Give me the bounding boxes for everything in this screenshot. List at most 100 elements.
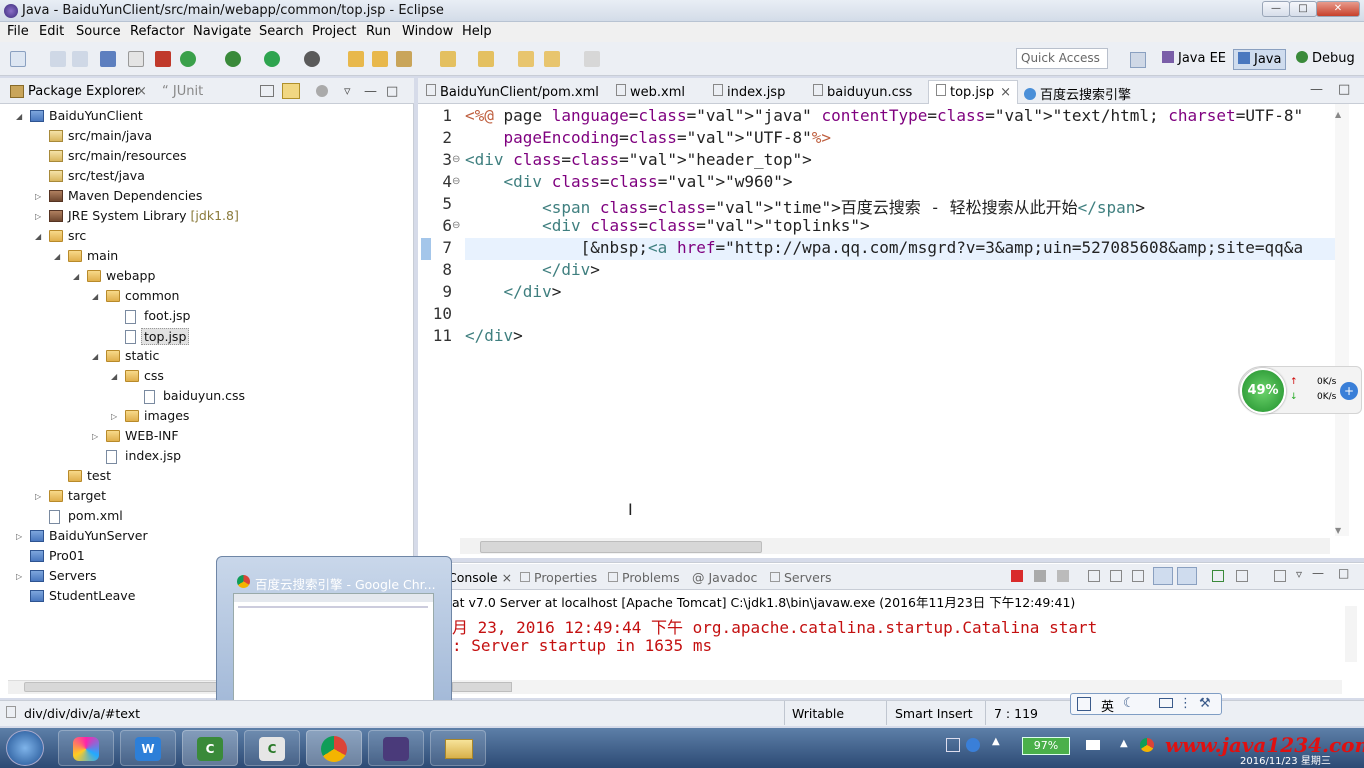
open-perspective-icon[interactable] (1130, 52, 1146, 68)
close-tab-icon[interactable]: × (1000, 85, 1011, 100)
show-on-stderr-icon[interactable] (1177, 567, 1197, 585)
console-hscrollbar[interactable] (452, 680, 1342, 694)
search-tool-icon[interactable] (396, 51, 412, 67)
taskbar-camtasia[interactable]: C (182, 730, 238, 766)
taskbar-wps[interactable]: W (120, 730, 176, 766)
chrome-tray-icon[interactable] (1140, 738, 1154, 752)
terminate-icon[interactable] (1011, 570, 1023, 582)
preview-thumbnail[interactable] (233, 593, 434, 702)
punctuation-icon[interactable]: ⋮ (1179, 696, 1192, 711)
editor-maximize-icon[interactable]: □ (1338, 82, 1350, 97)
collapsed-triangle-icon[interactable]: ▷ (35, 192, 41, 201)
tab-index-jsp[interactable]: index.jsp (713, 84, 785, 100)
tab-web-xml[interactable]: web.xml (616, 84, 685, 100)
tree-item[interactable]: Maven Dependencies (68, 188, 202, 203)
ime-toolbar[interactable]: 英 ☾ ⋮ ⚒ (1070, 693, 1222, 715)
scroll-lock-icon[interactable] (1110, 570, 1122, 582)
tray-icon[interactable] (946, 738, 960, 752)
tree-item[interactable]: baiduyun.css (163, 388, 245, 403)
perspective-java-ee[interactable]: Java EE (1158, 49, 1230, 70)
tree-item[interactable]: webapp (106, 268, 155, 283)
perspective-debug[interactable]: Debug (1292, 49, 1359, 70)
run-icon[interactable] (264, 51, 280, 67)
perspective-java[interactable]: Java (1233, 49, 1287, 70)
open-type-icon[interactable] (348, 51, 364, 67)
expanded-triangle-icon[interactable]: ◢ (16, 112, 22, 121)
tree-item[interactable]: Servers (49, 568, 97, 583)
tab-servers[interactable]: Servers (770, 570, 832, 585)
menu-project[interactable]: Project (312, 24, 356, 39)
code-line[interactable]: </div> (465, 260, 600, 279)
code-line[interactable]: <div class=class="val">"header_top"> (465, 150, 812, 169)
taskbar-chrome[interactable] (306, 730, 362, 766)
editor-minimize-icon[interactable]: — (1310, 82, 1323, 97)
editor-vscrollbar[interactable] (1335, 104, 1349, 536)
tab-javadoc[interactable]: @ Javadoc (692, 570, 757, 585)
menu-run[interactable]: Run (366, 24, 391, 39)
tab-browser[interactable]: 百度云搜索引擎 (1024, 84, 1131, 103)
debug-icon[interactable] (225, 51, 241, 67)
taskbar-eclipse[interactable] (368, 730, 424, 766)
tree-item[interactable]: WEB-INF (125, 428, 179, 443)
tree-item[interactable]: src/test/java (68, 168, 145, 183)
quick-access-input[interactable]: Quick Access (1016, 48, 1108, 69)
minimize-view-icon[interactable]: — (364, 84, 377, 99)
expanded-triangle-icon[interactable]: ◢ (92, 352, 98, 361)
save-all-icon[interactable] (72, 51, 88, 67)
expanded-triangle-icon[interactable]: ◢ (92, 292, 98, 301)
collapsed-triangle-icon[interactable]: ▷ (16, 532, 22, 541)
ime-language[interactable]: 英 (1101, 696, 1114, 715)
plus-icon[interactable]: + (1340, 382, 1358, 400)
show-on-stdout-icon[interactable] (1153, 567, 1173, 585)
tree-item[interactable]: top.jsp (141, 328, 190, 345)
prev-annotation-icon[interactable] (478, 51, 494, 67)
tab-package-explorer[interactable]: Package Explorer (28, 84, 140, 99)
close-icon[interactable]: × (136, 84, 147, 99)
collapsed-triangle-icon[interactable]: ▷ (16, 572, 22, 581)
tree-item[interactable]: images (144, 408, 189, 423)
console-hscroll-thumb[interactable] (452, 682, 512, 692)
expanded-triangle-icon[interactable]: ◢ (111, 372, 117, 381)
skip-breakpoints-icon[interactable] (128, 51, 144, 67)
expanded-triangle-icon[interactable]: ◢ (54, 252, 60, 261)
menu-window[interactable]: Window (402, 24, 453, 39)
help-icon[interactable] (966, 738, 980, 752)
fold-icon[interactable]: ⊖ (452, 220, 460, 231)
minimize-button[interactable]: — (1262, 1, 1290, 17)
view-settings-icon[interactable] (316, 85, 328, 97)
next-annotation-icon[interactable] (440, 51, 456, 67)
tray-chevron-icon[interactable]: ▲ (992, 736, 1000, 747)
code-line[interactable]: </div> (465, 326, 523, 345)
tree-item[interactable]: target (68, 488, 106, 503)
settings-wrench-icon[interactable]: ⚒ (1199, 696, 1211, 711)
code-line[interactable]: pageEncoding=class="val">"UTF-8"%> (465, 128, 832, 147)
taskbar-camtasia-2[interactable]: C (244, 730, 300, 766)
word-wrap-icon[interactable] (1132, 570, 1144, 582)
collapsed-triangle-icon[interactable]: ▷ (35, 212, 41, 221)
tree-item[interactable]: StudentLeave (49, 588, 135, 603)
close-icon[interactable]: × (502, 570, 512, 585)
expanded-triangle-icon[interactable]: ◢ (73, 272, 79, 281)
console-icon[interactable] (100, 51, 116, 67)
code-line[interactable]: <%@ page language=class="val">"java" con… (465, 106, 1303, 125)
external-tools-icon[interactable] (304, 51, 320, 67)
maximize-button[interactable]: □ (1289, 1, 1317, 17)
view-menu-icon[interactable]: ▿ (344, 84, 351, 99)
tab-problems[interactable]: Problems (608, 570, 680, 585)
battery-icon[interactable] (1086, 740, 1100, 750)
code-line[interactable]: <div class=class="val">"w960"> (465, 172, 793, 191)
tree-item[interactable]: Pro01 (49, 548, 85, 563)
maximize-view-icon[interactable]: □ (386, 84, 398, 99)
tree-item[interactable]: css (144, 368, 164, 383)
moon-icon[interactable]: ☾ (1123, 696, 1135, 711)
tree-item[interactable]: src/main/resources (68, 148, 186, 163)
open-task-icon[interactable] (372, 51, 388, 67)
tree-item[interactable]: common (125, 288, 179, 303)
editor-hscroll-thumb[interactable] (480, 541, 762, 553)
tab-top-jsp[interactable]: top.jsp × (936, 84, 1011, 100)
menu-refactor[interactable]: Refactor (130, 24, 185, 39)
clear-console-icon[interactable] (1088, 570, 1100, 582)
collapse-all-icon[interactable] (260, 85, 274, 97)
code-line[interactable]: [&nbsp;<a href="http://wpa.qq.com/msgrd?… (465, 238, 1303, 257)
console-vscrollbar[interactable] (1345, 606, 1357, 662)
